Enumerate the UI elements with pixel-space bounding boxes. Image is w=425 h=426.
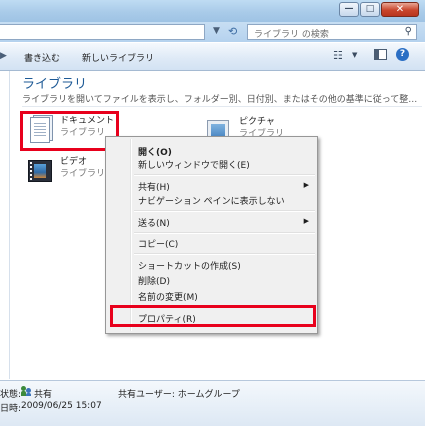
maximize-button[interactable]: □ [360,2,380,17]
magnifier-icon[interactable]: ⚲ [405,26,412,37]
navigation-pane[interactable] [0,71,10,379]
state-value: 共有 [34,390,53,400]
command-bar: ▶ 書き込む 新しいライブラリ ☷ ▼ ? [0,43,425,71]
address-history-icon[interactable]: ▼ [213,26,220,36]
burn-button[interactable]: 書き込む [24,51,60,64]
search-input[interactable]: ライブラリ の検索 ⚲ [247,24,417,40]
library-item-videos[interactable]: ビデオ ライブラリ [26,156,105,186]
menu-separator [134,174,315,176]
details-pane: 状態: 共有 共有ユーザー: ホームグループ 日時: 2009/06/25 15… [0,380,425,426]
address-bar: ▼ ⟲ ライブラリ の検索 ⚲ [0,22,425,42]
minimize-button[interactable]: — [339,2,359,17]
submenu-arrow-icon: ▶ [303,217,309,225]
library-item-name: ビデオ [60,157,88,167]
refresh-icon[interactable]: ⟲ [228,25,237,38]
menu-separator [134,232,315,234]
menu-item-open[interactable]: 開く(O) [138,145,172,158]
maximize-icon: □ [365,4,375,14]
submenu-arrow-icon: ▶ [303,181,309,189]
minimize-icon: — [344,4,354,14]
menu-item-share[interactable]: 共有(H) [138,180,170,193]
title-bar: — □ ✕ [0,0,425,22]
help-icon[interactable]: ? [396,48,409,61]
menu-item-copy[interactable]: コピー(C) [138,237,178,250]
menu-separator [134,253,315,255]
shared-users: 共有ユーザー: ホームグループ [118,390,240,400]
view-options-icon[interactable]: ☷ [333,49,343,62]
divider [22,106,422,107]
toolbar-overflow-icon[interactable]: ▶ [0,51,7,61]
page-description: ライブラリを開いてファイルを表示し、フォルダー別、日付別、またはその他の基準に従… [22,95,418,105]
preview-pane-icon[interactable] [374,49,387,60]
view-dropdown-icon[interactable]: ▼ [352,51,357,59]
menu-item-hide-navigation[interactable]: ナビゲーション ペインに表示しない [138,194,285,207]
menu-item-send-to[interactable]: 送る(N) [138,216,170,229]
state-label: 状態: [0,390,22,400]
homegroup-icon [21,386,31,396]
window-controls: — □ ✕ [338,2,419,17]
close-icon: ✕ [395,4,405,15]
menu-item-create-shortcut[interactable]: ショートカットの作成(S) [138,259,241,272]
address-field[interactable] [0,24,205,40]
date-label: 日時: [0,404,22,414]
new-library-button[interactable]: 新しいライブラリ [82,51,154,64]
search-placeholder: ライブラリ の検索 [254,30,329,40]
menu-separator [134,210,315,212]
menu-item-delete[interactable]: 削除(D) [138,274,170,287]
menu-item-open-new-window[interactable]: 新しいウィンドウで開く(E) [138,158,250,171]
library-item-name: ピクチャ [239,117,275,127]
library-item-type: ライブラリ [60,169,106,179]
page-title: ライブラリ [22,77,88,92]
highlight-properties [110,305,316,327]
close-button[interactable]: ✕ [381,2,419,17]
videos-icon [26,156,54,186]
date-value: 2009/06/25 15:07 [21,401,102,411]
menu-item-rename[interactable]: 名前の変更(M) [138,290,198,303]
